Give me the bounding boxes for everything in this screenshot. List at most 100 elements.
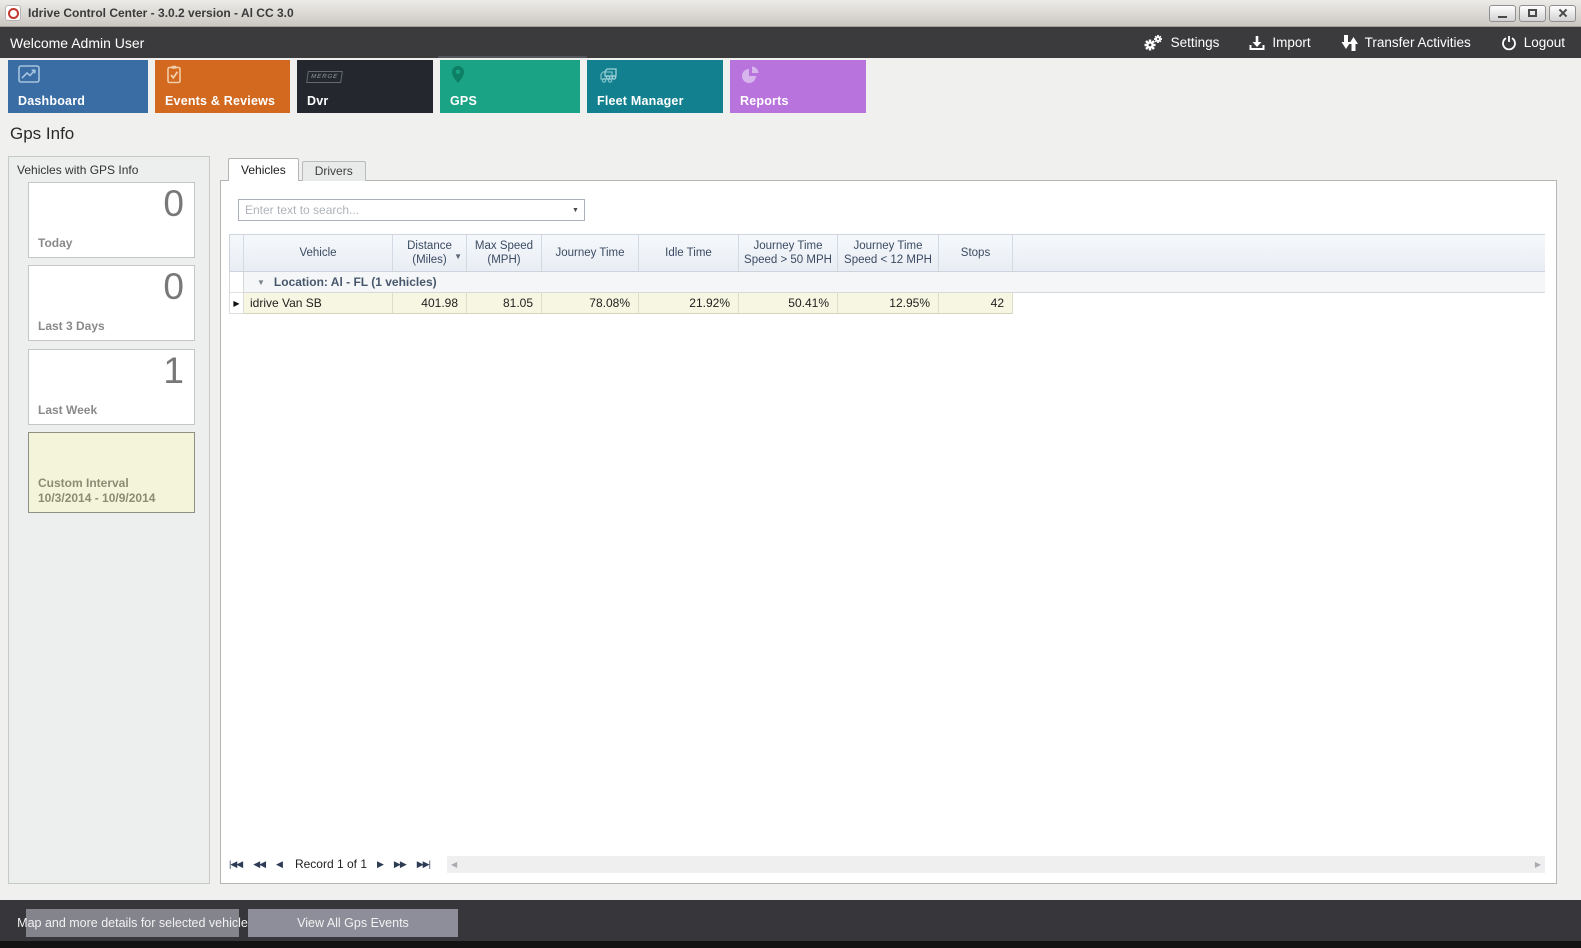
tile-events-reviews[interactable]: Events & Reviews xyxy=(155,60,290,113)
search-input[interactable] xyxy=(239,200,567,220)
tab-drivers[interactable]: Drivers xyxy=(302,161,366,181)
cell-distance: 401.98 xyxy=(393,293,467,314)
welcome-text: Welcome Admin User xyxy=(10,35,144,51)
gears-icon xyxy=(1142,34,1164,52)
card-custom-interval-label: Custom Interval 10/3/2014 - 10/9/2014 xyxy=(38,476,155,506)
tile-reports[interactable]: Reports xyxy=(730,60,866,113)
column-header-journey-lt12-line1: Journey Time xyxy=(853,239,922,253)
cell-idle-time: 21.92% xyxy=(639,293,739,314)
pager-last-button[interactable]: ▶▶| xyxy=(417,859,430,870)
tab-vehicles[interactable]: Vehicles xyxy=(228,158,299,181)
horizontal-scrollbar[interactable]: ◀ ▶ xyxy=(447,856,1545,873)
cell-journey-gt50: 50.41% xyxy=(739,293,838,314)
scroll-left-icon[interactable]: ◀ xyxy=(451,860,457,869)
cell-journey-lt12: 12.95% xyxy=(838,293,939,314)
group-row: ▼ Location: Al - FL (1 vehicles) xyxy=(229,272,1545,293)
pager-next-button[interactable]: ▶ xyxy=(377,859,383,870)
cell-max-speed: 81.05 xyxy=(467,293,542,314)
logout-button[interactable]: Logout xyxy=(1501,35,1565,51)
tile-dvr[interactable]: MERGE Dvr xyxy=(297,60,433,113)
column-header-max-speed-line1: Max Speed xyxy=(475,239,533,253)
merge-badge-icon: MERGE xyxy=(307,65,342,83)
map-pin-icon xyxy=(450,65,466,91)
card-custom-interval[interactable]: Custom Interval 10/3/2014 - 10/9/2014 xyxy=(28,432,195,513)
settings-button[interactable]: Settings xyxy=(1142,34,1220,52)
card-last-week[interactable]: 1 Last Week xyxy=(28,349,195,425)
group-expand-icon[interactable]: ▼ xyxy=(257,278,265,287)
logout-label: Logout xyxy=(1524,35,1565,50)
trucks-icon xyxy=(597,65,627,90)
column-header-vehicle[interactable]: Vehicle xyxy=(244,235,393,271)
import-button[interactable]: Import xyxy=(1249,35,1310,51)
column-header-journey-gt50-line2: Speed > 50 MPH xyxy=(744,253,832,267)
group-row-body[interactable]: ▼ Location: Al - FL (1 vehicles) xyxy=(244,272,1545,293)
page-title: Gps Info xyxy=(10,124,74,144)
close-button[interactable] xyxy=(1549,5,1576,22)
tile-events-reviews-label: Events & Reviews xyxy=(165,94,275,108)
card-last-3-days-value: 0 xyxy=(163,266,184,308)
main-tabs: Vehicles Drivers xyxy=(228,158,366,181)
row-indicator-header xyxy=(230,235,244,271)
table-row[interactable]: ▶ idrive Van SB 401.98 81.05 78.08% 21.9… xyxy=(229,293,1545,314)
column-header-distance-line2: (Miles) xyxy=(412,253,447,267)
tile-dashboard-label: Dashboard xyxy=(18,94,85,108)
column-header-stops[interactable]: Stops xyxy=(939,235,1013,271)
close-icon xyxy=(1558,8,1568,18)
cell-journey-time: 78.08% xyxy=(542,293,639,314)
column-header-vehicle-label: Vehicle xyxy=(299,246,336,260)
column-header-idle-time[interactable]: Idle Time xyxy=(639,235,739,271)
maximize-button[interactable] xyxy=(1519,5,1546,22)
tile-fleet-manager[interactable]: Fleet Manager xyxy=(587,60,723,113)
clipboard-check-icon xyxy=(165,65,183,90)
card-last-week-value: 1 xyxy=(163,350,184,392)
cell-stops: 42 xyxy=(939,293,1013,314)
window-controls xyxy=(1489,5,1576,22)
card-today[interactable]: 0 Today xyxy=(28,182,195,258)
column-header-max-speed[interactable]: Max Speed (MPH) xyxy=(467,235,542,271)
card-custom-interval-title: Custom Interval xyxy=(38,476,129,490)
power-icon xyxy=(1501,35,1517,51)
pager-fast-prev-button[interactable]: ◀◀ xyxy=(253,859,265,870)
column-header-journey-gt50[interactable]: Journey Time Speed > 50 MPH xyxy=(739,235,838,271)
current-row-icon: ▶ xyxy=(230,293,244,314)
sort-desc-icon: ▼ xyxy=(454,250,462,264)
pager-fast-next-button[interactable]: ▶▶ xyxy=(394,859,406,870)
cell-vehicle: idrive Van SB xyxy=(244,293,393,314)
nav-tiles: Dashboard Events & Reviews MERGE Dvr GPS xyxy=(8,60,866,113)
scroll-right-icon[interactable]: ▶ xyxy=(1535,860,1541,869)
record-label: Record 1 of 1 xyxy=(295,857,367,871)
record-navigator: |◀◀ ◀◀ ◀ Record 1 of 1 ▶ ▶▶ ▶▶| ◀ ▶ xyxy=(229,854,1545,874)
tile-fleet-manager-label: Fleet Manager xyxy=(597,94,684,108)
card-last-3-days[interactable]: 0 Last 3 Days xyxy=(28,265,195,341)
tile-gps[interactable]: GPS xyxy=(440,60,580,113)
pie-chart-icon xyxy=(740,65,761,90)
search-box: ▼ xyxy=(238,199,585,221)
column-header-stops-label: Stops xyxy=(961,246,990,260)
column-header-distance[interactable]: Distance (Miles) ▼ xyxy=(393,235,467,271)
sidebar-header: Vehicles with GPS Info xyxy=(9,157,209,177)
transfer-activities-button[interactable]: Transfer Activities xyxy=(1341,34,1471,52)
card-last-3-days-label: Last 3 Days xyxy=(38,319,105,333)
vehicles-grid: Vehicle Distance (Miles) ▼ Max Speed (MP… xyxy=(229,234,1545,314)
search-dropdown-icon[interactable]: ▼ xyxy=(567,200,584,220)
window-title: Idrive Control Center - 3.0.2 version - … xyxy=(28,6,294,20)
tile-dashboard[interactable]: Dashboard xyxy=(8,60,148,113)
group-row-label: Location: Al - FL (1 vehicles) xyxy=(274,275,437,289)
footer-bar: Map and more details for selected vehicl… xyxy=(0,900,1581,941)
view-all-gps-events-button[interactable]: View All Gps Events xyxy=(248,909,458,937)
group-row-indicator xyxy=(230,272,244,293)
map-details-button[interactable]: Map and more details for selected vehicl… xyxy=(26,909,239,937)
minimize-icon xyxy=(1498,16,1507,18)
minimize-button[interactable] xyxy=(1489,5,1516,22)
import-icon xyxy=(1249,35,1265,51)
settings-label: Settings xyxy=(1171,35,1220,50)
app-toolbar: Welcome Admin User Settings xyxy=(0,27,1581,58)
column-header-journey-time[interactable]: Journey Time xyxy=(542,235,639,271)
window-titlebar: Idrive Control Center - 3.0.2 version - … xyxy=(0,0,1581,27)
grid-header-filler xyxy=(1013,235,1545,271)
pager-first-button[interactable]: |◀◀ xyxy=(229,859,242,870)
tile-gps-label: GPS xyxy=(450,94,477,108)
line-chart-icon xyxy=(18,65,40,89)
pager-prev-button[interactable]: ◀ xyxy=(276,859,282,870)
column-header-journey-lt12[interactable]: Journey Time Speed < 12 MPH xyxy=(838,235,939,271)
